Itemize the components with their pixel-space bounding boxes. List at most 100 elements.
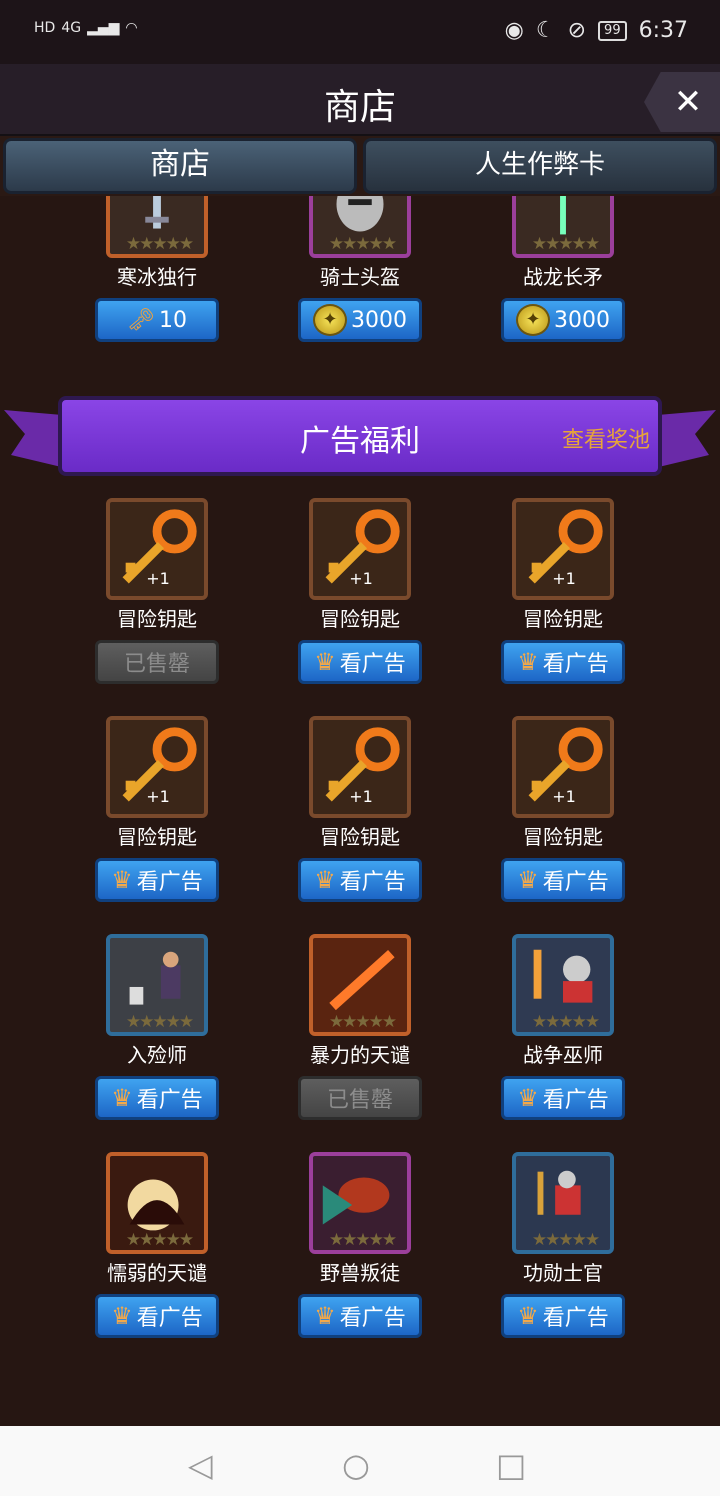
ad-item[interactable]: +1 冒险钥匙 ♛ 看广告	[95, 716, 219, 902]
quantity-label: +1	[349, 787, 373, 806]
item-name: 冒险钥匙	[117, 825, 197, 849]
watch-ad-button[interactable]: ♛ 看广告	[95, 1076, 219, 1120]
coin-icon: ✦	[313, 304, 347, 336]
watch-ad-button[interactable]: ♛ 看广告	[95, 1294, 219, 1338]
shop-item[interactable]: ★★★★★ 战龙长矛 ✦ 3000	[501, 196, 625, 342]
crown-icon: ♛	[517, 866, 539, 894]
rating-stars: ★★★★★	[328, 234, 397, 254]
watch-ad-button[interactable]: ♛ 看广告	[298, 1294, 422, 1338]
item-name: 暴力的天谴	[310, 1043, 410, 1067]
mute-icon: ⊘	[567, 18, 587, 43]
price-label: 3000	[351, 307, 407, 333]
ad-item[interactable]: ★★★★★ 战争巫师 ♛ 看广告	[501, 934, 625, 1120]
rating-stars: ★★★★★	[328, 1012, 397, 1032]
network-indicator: 4G	[61, 20, 82, 36]
sold-out-button: 已售罄	[298, 1076, 422, 1120]
item-icon: +1	[106, 498, 208, 600]
item-name: 冒险钥匙	[523, 607, 603, 631]
button-label: 看广告	[136, 1306, 203, 1331]
item-icon: ★★★★★	[106, 196, 208, 258]
buy-button[interactable]: 🗝 10	[95, 298, 219, 342]
button-label: 看广告	[542, 1306, 609, 1331]
hero-portrait: ★★★★★	[309, 1152, 411, 1254]
item-icon: +1	[512, 498, 614, 600]
item-name: 战龙长矛	[523, 265, 603, 289]
back-icon[interactable]: ◁	[188, 1446, 213, 1484]
wifi-icon: ◠	[125, 20, 138, 36]
quantity-label: +1	[146, 569, 170, 588]
home-icon[interactable]: ○	[342, 1446, 370, 1484]
watch-ad-button[interactable]: ♛ 看广告	[95, 858, 219, 902]
battery-indicator: 99	[598, 20, 627, 41]
recents-icon[interactable]: □	[496, 1446, 526, 1484]
crown-icon: ♛	[517, 1084, 539, 1112]
hero-portrait: ★★★★★	[309, 934, 411, 1036]
crown-icon: ♛	[314, 1302, 336, 1330]
watch-ad-button[interactable]: ♛ 看广告	[298, 858, 422, 902]
crown-icon: ♛	[314, 648, 336, 676]
ad-item[interactable]: +1 冒险钥匙 ♛ 看广告	[298, 498, 422, 684]
button-label: 看广告	[136, 1088, 203, 1113]
item-name: 野兽叛徒	[320, 1261, 400, 1285]
price-label: 10	[158, 307, 187, 333]
item-name: 冒险钥匙	[320, 607, 400, 631]
rating-stars: ★★★★★	[125, 1230, 194, 1250]
watch-ad-button[interactable]: ♛ 看广告	[501, 640, 625, 684]
price-label: 3000	[554, 307, 610, 333]
quantity-label: +1	[349, 569, 373, 588]
ad-item[interactable]: ★★★★★ 功勋士官 ♛ 看广告	[501, 1152, 625, 1338]
crown-icon: ♛	[517, 648, 539, 676]
item-name: 寒冰独行	[117, 265, 197, 289]
system-nav-bar: ◁ ○ □	[0, 1426, 720, 1496]
tab-shop[interactable]: 商店	[3, 138, 357, 194]
shop-item[interactable]: ★★★★★ 骑士头盔 ✦ 3000	[298, 196, 422, 342]
button-label: 看广告	[542, 652, 609, 677]
hero-portrait: ★★★★★	[106, 934, 208, 1036]
ad-item[interactable]: ★★★★★ 野兽叛徒 ♛ 看广告	[298, 1152, 422, 1338]
item-name: 懦弱的天谴	[107, 1261, 207, 1285]
buy-button[interactable]: ✦ 3000	[501, 298, 625, 342]
button-label: 已售罄	[326, 1088, 393, 1113]
button-label: 看广告	[136, 870, 203, 895]
button-label: 看广告	[542, 1088, 609, 1113]
button-label: 看广告	[542, 870, 609, 895]
rating-stars: ★★★★★	[531, 1230, 600, 1250]
shop-content: ★★★★★ 寒冰独行 🗝 10 ★★★★★ 骑士头盔 ✦ 3000 ★★★★★ …	[0, 196, 720, 1426]
view-pool-link[interactable]: 查看奖池	[562, 422, 650, 454]
ad-item[interactable]: ★★★★★ 入殓师 ♛ 看广告	[95, 934, 219, 1120]
coin-icon: ✦	[516, 304, 550, 336]
item-name: 骑士头盔	[320, 265, 400, 289]
key-icon: 🗝	[127, 307, 155, 333]
watch-ad-button[interactable]: ♛ 看广告	[501, 1294, 625, 1338]
button-label: 已售罄	[123, 652, 190, 677]
ad-item[interactable]: +1 冒险钥匙 ♛ 看广告	[298, 716, 422, 902]
watch-ad-button[interactable]: ♛ 看广告	[501, 858, 625, 902]
ad-item[interactable]: +1 冒险钥匙 ♛ 看广告	[501, 716, 625, 902]
rating-stars: ★★★★★	[125, 1012, 194, 1032]
button-label: 看广告	[339, 652, 406, 677]
quantity-label: +1	[552, 569, 576, 588]
watch-ad-button[interactable]: ♛ 看广告	[501, 1076, 625, 1120]
sold-out-button: 已售罄	[95, 640, 219, 684]
hero-portrait: ★★★★★	[512, 934, 614, 1036]
ad-item[interactable]: +1 冒险钥匙 ♛ 看广告	[501, 498, 625, 684]
item-name: 冒险钥匙	[320, 825, 400, 849]
status-bar: HD 4G ▂▄▆ ◠ ◉ ☾ ⊘ 99 6:37	[0, 0, 720, 64]
ad-rewards-banner: 广告福利 查看奖池	[0, 396, 720, 486]
ad-item[interactable]: ★★★★★ 懦弱的天谴 ♛ 看广告	[95, 1152, 219, 1338]
hero-portrait: ★★★★★	[106, 1152, 208, 1254]
banner-body: 广告福利 查看奖池	[58, 396, 662, 476]
item-icon: ★★★★★	[512, 196, 614, 258]
watch-ad-button[interactable]: ♛ 看广告	[298, 640, 422, 684]
shop-item[interactable]: ★★★★★ 寒冰独行 🗝 10	[95, 196, 219, 342]
crown-icon: ♛	[517, 1302, 539, 1330]
status-right: ◉ ☾ ⊘ 99 6:37	[505, 18, 688, 43]
item-name: 冒险钥匙	[523, 825, 603, 849]
item-icon: +1	[106, 716, 208, 818]
tab-cheat-cards[interactable]: 人生作弊卡	[363, 138, 717, 194]
item-icon: ★★★★★	[309, 196, 411, 258]
rating-stars: ★★★★★	[328, 1230, 397, 1250]
ad-item[interactable]: ★★★★★ 暴力的天谴 已售罄	[298, 934, 422, 1120]
ad-item[interactable]: +1 冒险钥匙 已售罄	[95, 498, 219, 684]
buy-button[interactable]: ✦ 3000	[298, 298, 422, 342]
